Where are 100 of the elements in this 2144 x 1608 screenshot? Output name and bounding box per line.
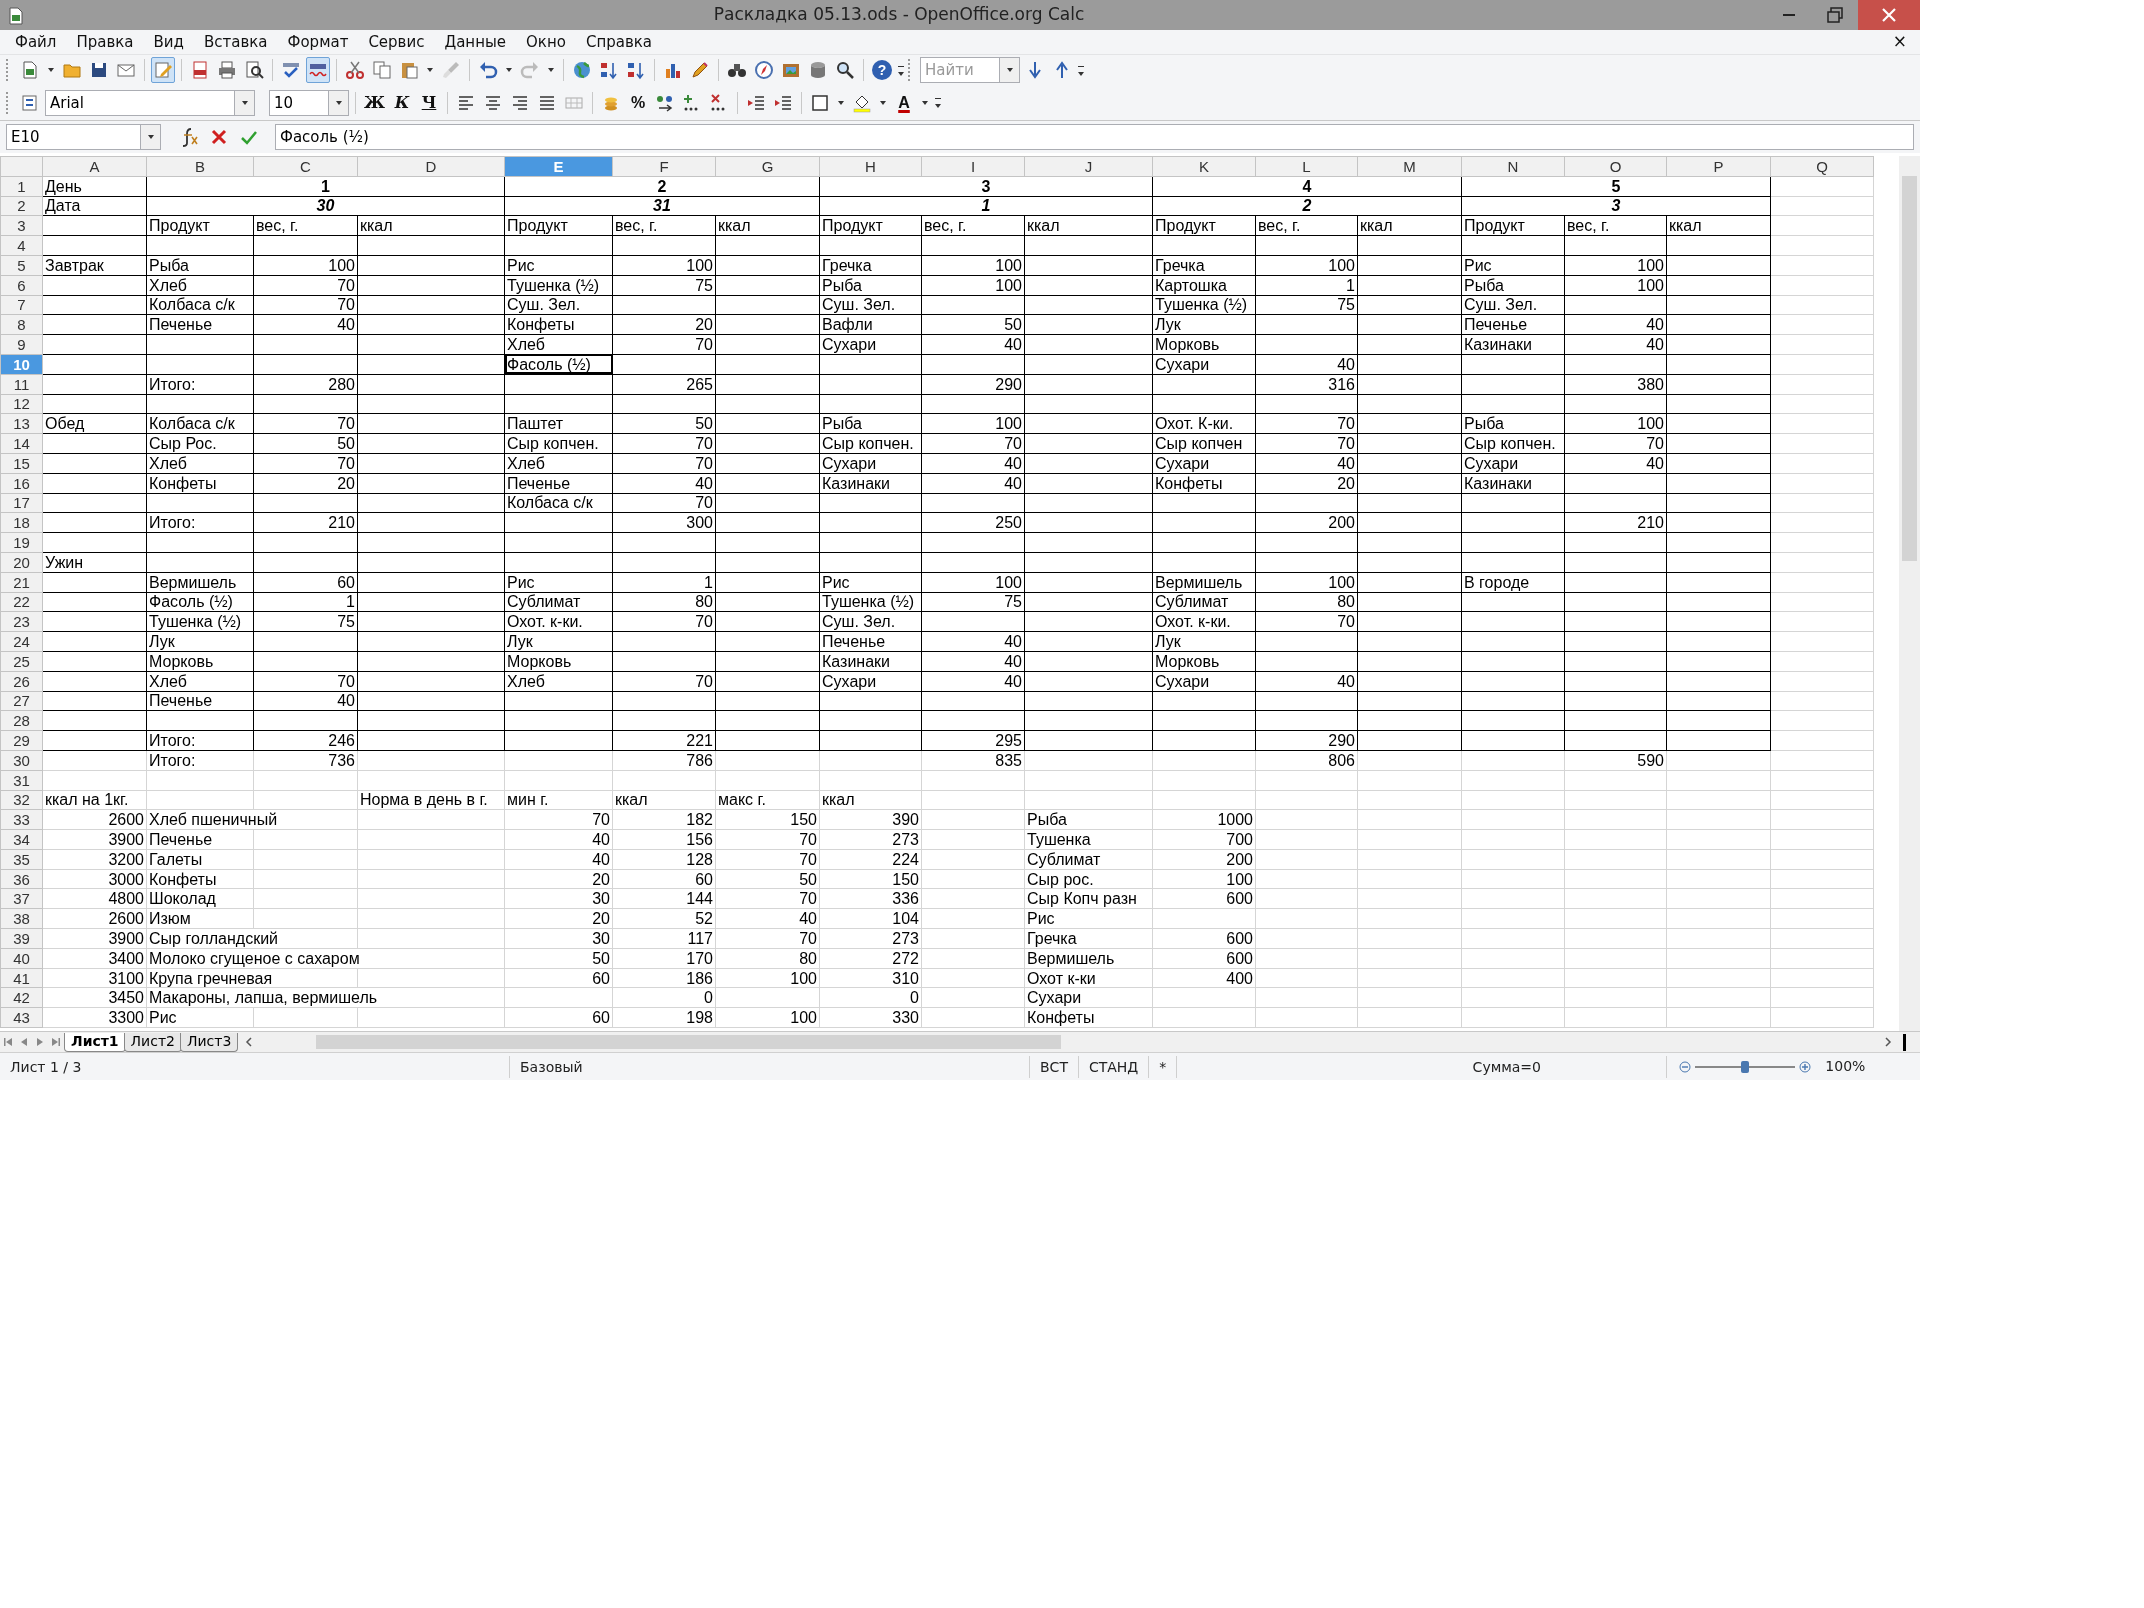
table-cell[interactable]: 50	[921, 314, 1025, 335]
table-cell[interactable]: Сухари	[1461, 453, 1565, 474]
table-cell[interactable]: 40	[715, 908, 820, 929]
table-cell[interactable]: макс г.	[715, 790, 820, 810]
table-cell[interactable]: 60	[504, 1007, 613, 1028]
table-cell[interactable]: Суш. Зел.	[819, 611, 922, 632]
table-cell[interactable]: 2	[504, 176, 820, 197]
table-cell[interactable]: 20	[504, 908, 613, 929]
table-cell[interactable]: 128	[612, 849, 716, 870]
table-cell[interactable]: Печенье	[146, 314, 254, 335]
table-cell[interactable]: Сухари	[1152, 354, 1256, 375]
table-cell[interactable]: Хлеб	[504, 334, 613, 355]
table-cell[interactable]: 70	[715, 889, 820, 909]
table-cell[interactable]: Колбаса с/к	[146, 413, 254, 434]
table-cell[interactable]: Хлеб	[146, 671, 254, 691]
table-cell[interactable]: Печенье	[819, 631, 922, 652]
row-header[interactable]: 2	[0, 196, 43, 216]
row-header[interactable]: 8	[0, 314, 43, 335]
table-cell[interactable]: 273	[819, 829, 922, 850]
table-cell[interactable]: вес, г.	[921, 215, 1025, 236]
table-cell[interactable]: 70	[715, 928, 820, 949]
table-cell[interactable]: 40	[1564, 334, 1667, 355]
table-cell[interactable]: Лук	[146, 631, 254, 652]
table-cell[interactable]: Сухари	[1024, 987, 1153, 1008]
name-box[interactable]: E10	[6, 124, 141, 150]
table-cell[interactable]: 4	[1152, 176, 1462, 197]
table-cell[interactable]: 60	[612, 869, 716, 889]
table-cell[interactable]: Морковь	[146, 651, 254, 672]
table-cell[interactable]: 806	[1255, 750, 1358, 771]
table-cell[interactable]: 700	[1152, 829, 1256, 850]
table-cell[interactable]: 40	[504, 829, 613, 850]
table-cell[interactable]: Крупа гречневая	[146, 968, 358, 988]
table-cell[interactable]: 40	[1564, 453, 1667, 474]
table-cell[interactable]: Лук	[1152, 314, 1256, 335]
table-cell[interactable]: 60	[253, 572, 358, 593]
table-cell[interactable]: Сыр копчен.	[1461, 433, 1565, 454]
row-header[interactable]: 13	[0, 413, 43, 434]
table-cell[interactable]: 100	[715, 968, 820, 988]
table-cell[interactable]: 100	[1564, 413, 1667, 434]
table-cell[interactable]: Сухари	[1152, 671, 1256, 691]
sheet-tab[interactable]: Лист1	[64, 1032, 126, 1052]
row-header[interactable]: 32	[0, 790, 43, 810]
row-header[interactable]: 7	[0, 295, 43, 315]
underline-button[interactable]: Ч	[417, 89, 441, 116]
column-header[interactable]: A	[42, 156, 147, 177]
table-cell[interactable]: 40	[1255, 453, 1358, 474]
table-cell[interactable]: 310	[819, 968, 922, 988]
column-header[interactable]: O	[1564, 156, 1667, 177]
table-cell[interactable]: 380	[1564, 374, 1667, 395]
menu-item[interactable]: Правка	[67, 30, 143, 54]
table-cell[interactable]: 30	[146, 196, 505, 216]
table-cell[interactable]: 100	[715, 1007, 820, 1028]
table-cell[interactable]: 198	[612, 1007, 716, 1028]
table-cell[interactable]: 20	[612, 314, 716, 335]
row-header[interactable]: 42	[0, 987, 43, 1008]
table-cell[interactable]: Сухари	[1152, 453, 1256, 474]
table-cell[interactable]: 280	[253, 374, 358, 395]
table-cell[interactable]: 182	[612, 809, 716, 830]
table-cell[interactable]: Сыр Рос.	[146, 433, 254, 454]
table-cell[interactable]: 70	[612, 334, 716, 355]
table-cell[interactable]: 272	[819, 948, 922, 969]
table-cell[interactable]: Охот. к-ки.	[1152, 611, 1256, 632]
table-cell[interactable]: вес, г.	[612, 215, 716, 236]
table-cell[interactable]: 835	[921, 750, 1025, 771]
column-header[interactable]: P	[1666, 156, 1771, 177]
table-cell[interactable]: 170	[612, 948, 716, 969]
table-cell[interactable]: 40	[921, 651, 1025, 672]
table-cell[interactable]: День	[42, 176, 147, 197]
edit-button[interactable]	[151, 57, 175, 83]
table-cell[interactable]: Сыр копчен.	[504, 433, 613, 454]
table-cell[interactable]: Рыба	[1461, 413, 1565, 434]
table-cell[interactable]: Рыба	[819, 413, 922, 434]
table-cell[interactable]: Казинаки	[1461, 334, 1565, 355]
table-cell[interactable]: Охот к-ки	[1024, 968, 1153, 988]
table-cell[interactable]: 100	[921, 255, 1025, 276]
table-cell[interactable]: 221	[612, 730, 716, 751]
table-cell[interactable]: 40	[1255, 671, 1358, 691]
table-cell[interactable]: 150	[819, 869, 922, 889]
table-cell[interactable]: 330	[819, 1007, 922, 1028]
table-cell[interactable]: 290	[1255, 730, 1358, 751]
table-cell[interactable]: Гречка	[1024, 928, 1153, 949]
column-header[interactable]: H	[819, 156, 922, 177]
table-cell[interactable]: Хлеб	[146, 275, 254, 296]
table-cell[interactable]: 50	[612, 413, 716, 434]
table-cell[interactable]: Рис	[819, 572, 922, 593]
table-cell[interactable]: ккал	[715, 215, 820, 236]
table-cell[interactable]: 1000	[1152, 809, 1256, 830]
table-cell[interactable]: вес, г.	[1564, 215, 1667, 236]
table-cell[interactable]: Рис	[1461, 255, 1565, 276]
menu-item[interactable]: Окно	[517, 30, 575, 54]
table-cell[interactable]: 3400	[42, 948, 147, 969]
table-cell[interactable]: Конфеты	[1152, 473, 1256, 494]
row-header[interactable]: 18	[0, 512, 43, 533]
formula-input[interactable]: Фасоль (½)	[275, 124, 1914, 150]
table-cell[interactable]: 40	[253, 691, 358, 711]
table-cell[interactable]: 590	[1564, 750, 1667, 771]
table-cell[interactable]: 400	[1152, 968, 1256, 988]
table-cell[interactable]: Лук	[1152, 631, 1256, 652]
column-header[interactable]: K	[1152, 156, 1256, 177]
column-header[interactable]: J	[1024, 156, 1153, 177]
